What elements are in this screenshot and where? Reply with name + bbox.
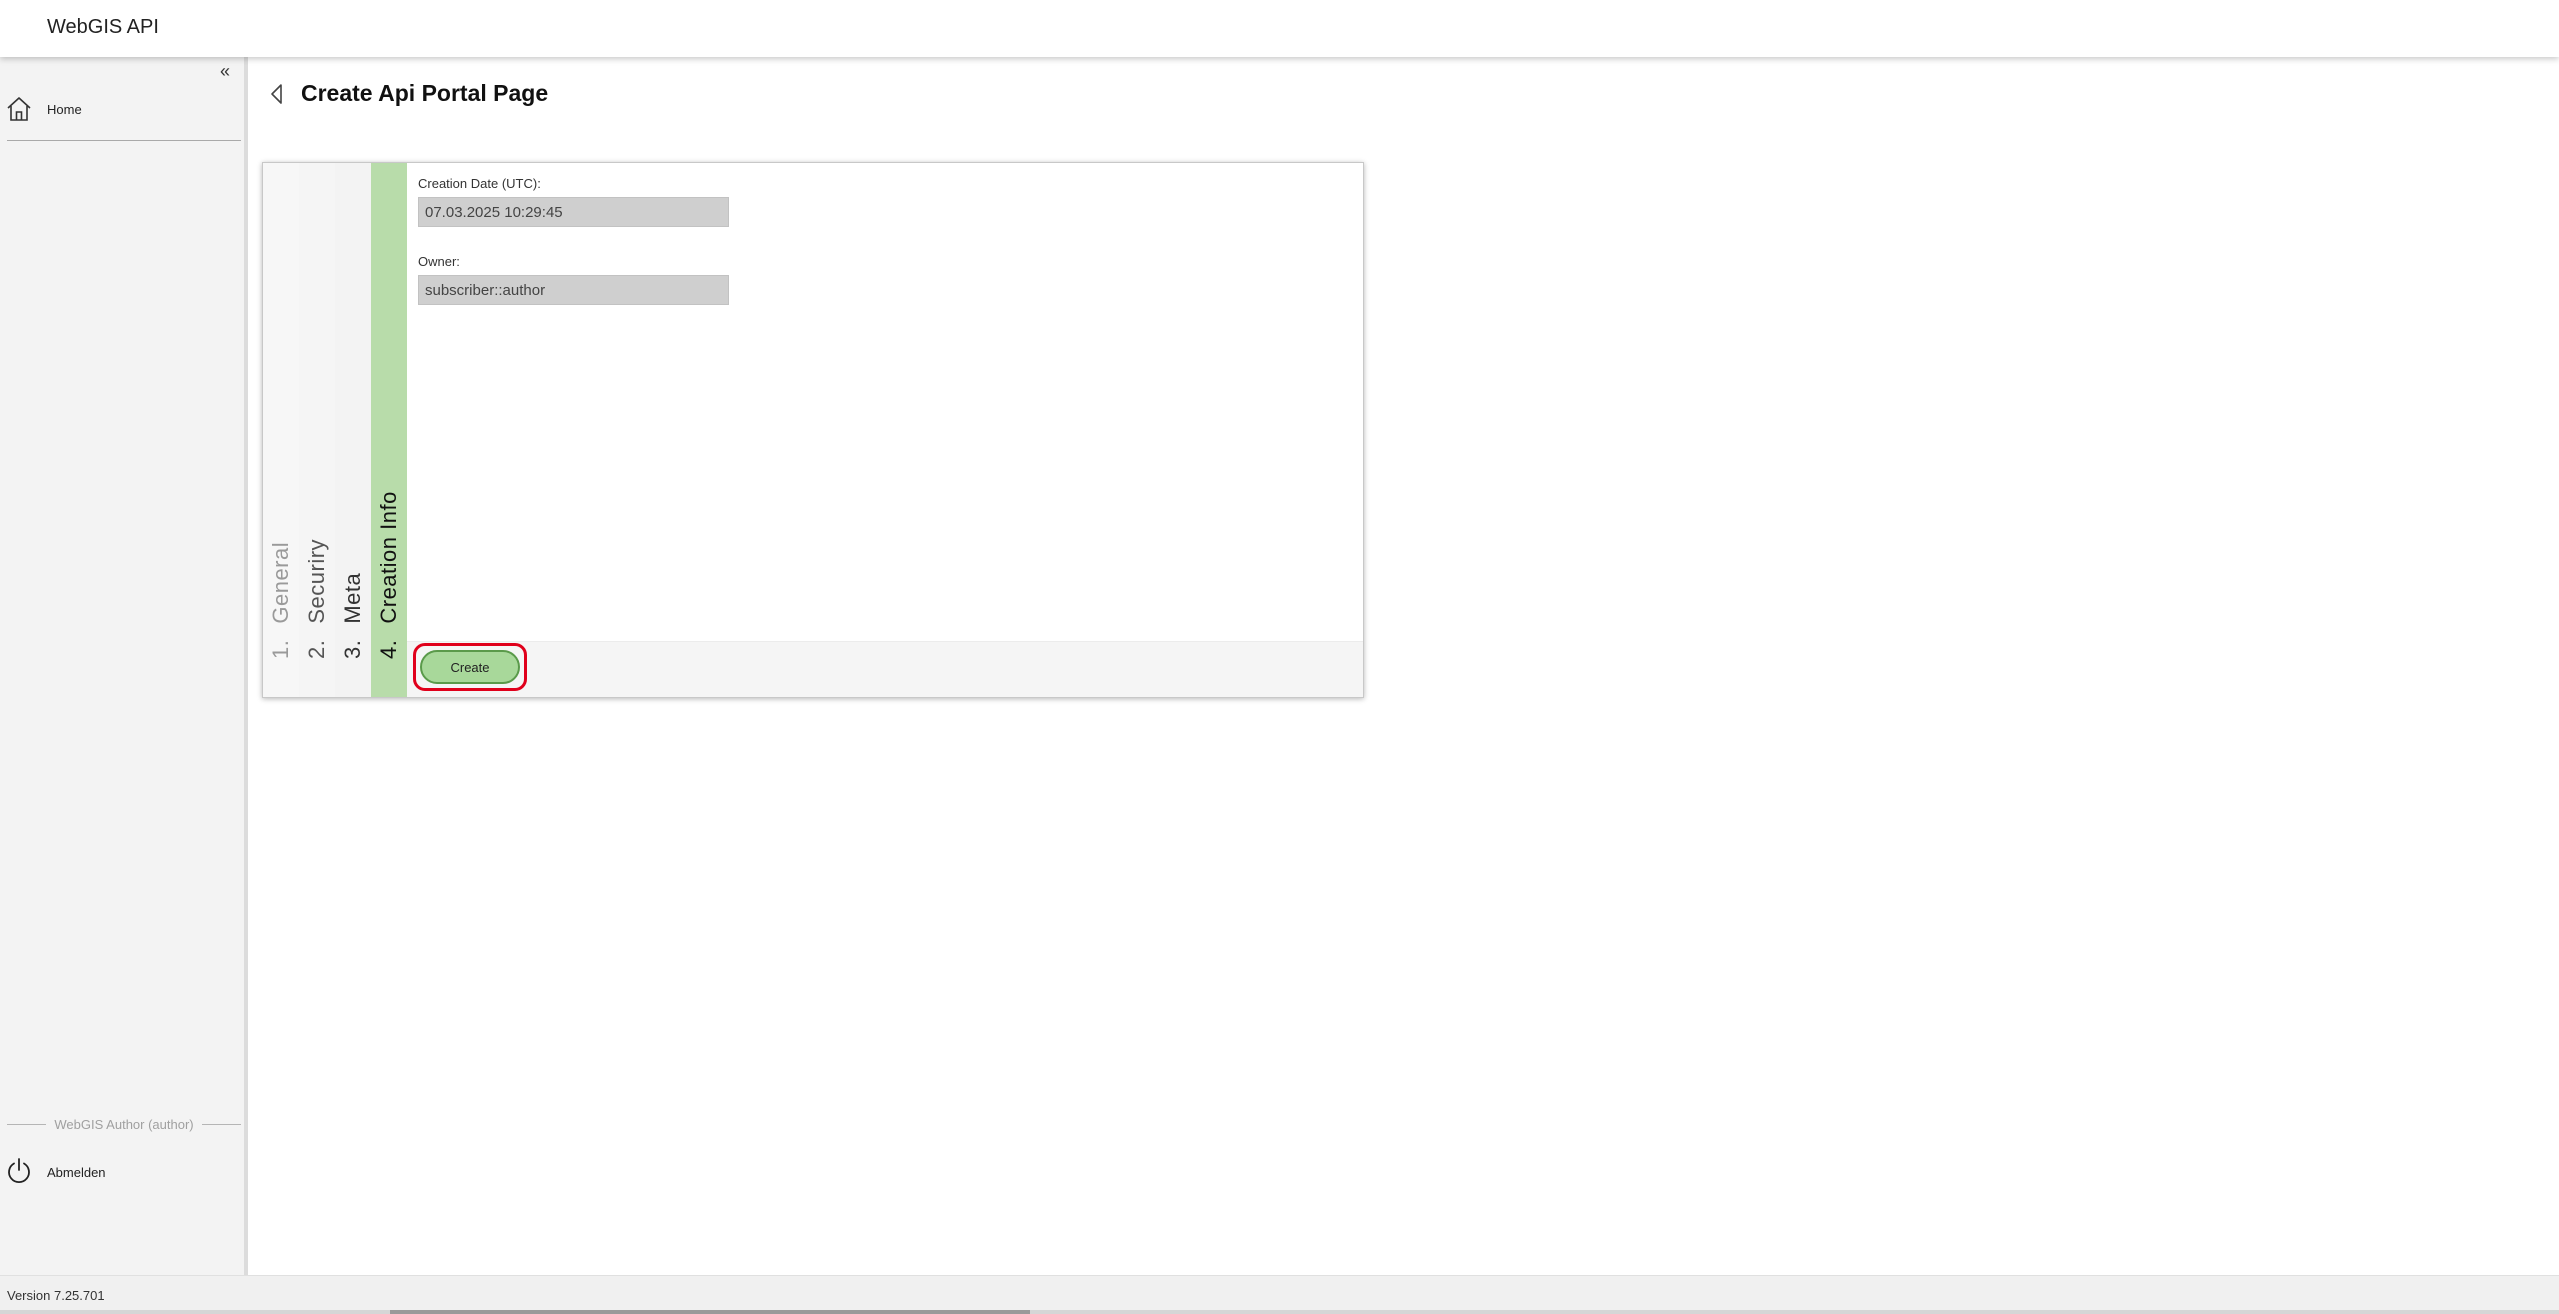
sidebar-item-label: Home [47, 101, 82, 117]
scrollbar-thumb[interactable] [390, 1310, 1030, 1314]
creation-date-field[interactable] [418, 197, 729, 227]
app-title: WebGIS API [47, 16, 159, 38]
sidebar: « Home WebGIS Author (author) Abmelden [0, 57, 248, 1275]
top-header: WebGIS API [0, 0, 2559, 57]
home-icon [5, 95, 33, 123]
page-title: Create Api Portal Page [301, 80, 549, 106]
logout-label: Abmelden [47, 1164, 106, 1180]
collapse-sidebar-button[interactable]: « [220, 62, 230, 80]
divider [201, 1124, 241, 1125]
back-button[interactable] [269, 82, 285, 106]
chevron-left-icon [271, 84, 282, 104]
wizard-step-meta[interactable]: 3.Meta [335, 163, 371, 697]
wizard-step-label: 1.General [268, 541, 293, 659]
wizard-step-security[interactable]: 2.Securiry [299, 163, 335, 697]
version-label: Version 7.25.701 [7, 1288, 105, 1303]
wizard-step-label: 4.Creation Info [376, 491, 401, 659]
divider [7, 1124, 47, 1125]
current-user: WebGIS Author (author) [7, 1117, 241, 1132]
creation-info-form: Creation Date (UTC): Owner: [407, 163, 1363, 639]
current-user-label: WebGIS Author (author) [54, 1117, 194, 1132]
wizard-step-creation-info[interactable]: 4.Creation Info [371, 163, 407, 697]
footer: Version 7.25.701 [0, 1275, 2559, 1314]
owner-field[interactable] [418, 275, 729, 305]
logout-button[interactable]: Abmelden [5, 1157, 106, 1187]
sidebar-item-home[interactable]: Home [5, 94, 241, 124]
wizard-step-label: 3.Meta [340, 572, 365, 659]
wizard-step-label: 2.Securiry [304, 538, 329, 659]
wizard-action-bar: Create [407, 641, 1363, 697]
wizard-step-general[interactable]: 1.General [263, 163, 299, 697]
bottom-scrollbar[interactable] [0, 1310, 2559, 1314]
power-icon [5, 1156, 33, 1189]
create-button[interactable]: Create [420, 650, 520, 684]
creation-date-label: Creation Date (UTC): [418, 176, 541, 191]
wizard-card: 1.General 2.Securiry 3.Meta 4.Creation I… [262, 162, 1364, 698]
sidebar-divider [7, 140, 241, 141]
owner-label: Owner: [418, 254, 460, 269]
